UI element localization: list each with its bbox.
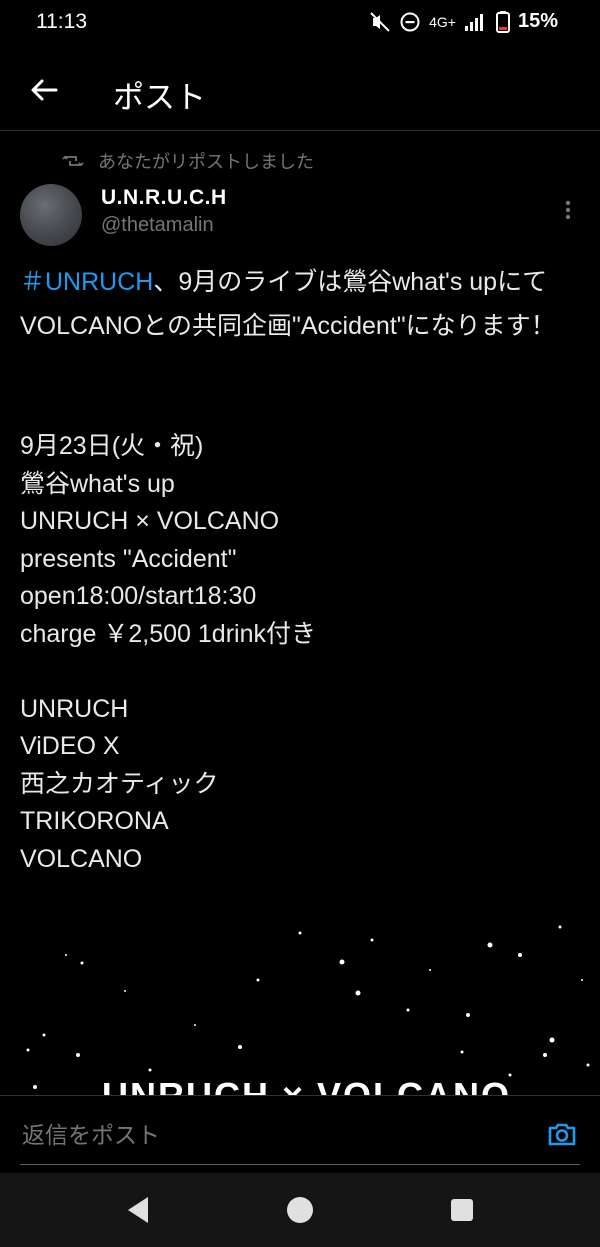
event-line: UNRUCH × VOLCANO [20,507,280,535]
avatar[interactable] [20,184,82,246]
author-handle[interactable]: @thetamalin [101,214,214,237]
reply-input[interactable] [20,1118,504,1154]
sparkle-pattern [26,925,590,1089]
repost-indicator: あなたがリポストしました [62,148,314,174]
signal-icon [464,13,483,31]
top-header: ポスト [0,56,600,131]
flyer-title: UNRUCH × VOLCANO [102,1075,511,1095]
camera-icon[interactable] [546,1118,578,1150]
tweet-media-image[interactable]: UNRUCH × VOLCANO [0,915,600,1095]
battery-percent: 15% [517,10,558,32]
status-icons: 4G+ 15% [369,10,558,33]
tweet-text: ＃UNRUCH、9月のライブは鶯谷what's upにてVOLCANOとの共同企… [20,260,585,348]
lineup-item: TRIKORONA [20,807,169,835]
do-not-disturb-icon [400,12,420,31]
nav-recents-icon[interactable] [445,1193,479,1227]
back-arrow-icon[interactable] [28,74,60,106]
status-bar: 11:13 4G+ 15% [0,0,600,46]
repost-icon [62,155,84,167]
event-line: presents "Accident" [20,544,237,573]
network-type: 4G+ [429,13,456,30]
nav-back-icon[interactable] [122,1193,156,1227]
lineup-item: ViDEO X [20,732,120,760]
lineup-item: UNRUCH [20,694,129,723]
reply-bar [0,1095,600,1174]
more-options-icon[interactable] [560,198,576,222]
hashtag-link[interactable]: ＃UNRUCH [20,268,153,296]
event-line: charge ￥2,500 1drink付き [20,619,316,648]
lineup-item: 西之カオティック [20,769,219,798]
nav-home-icon[interactable] [283,1193,317,1227]
system-nav-bar [0,1173,600,1247]
event-line: 9月23日(火・祝) [20,432,204,460]
status-time: 11:13 [36,10,87,33]
event-details: 9月23日(火・祝) 鶯谷what's up UNRUCH × VOLCANO … [20,428,316,878]
author-name[interactable]: U.N.R.U.C.H [101,186,227,210]
event-line: 鶯谷what's up [20,469,175,498]
vibrate-off-icon [370,11,390,32]
page-title: ポスト [113,80,206,116]
lineup-item: VOLCANO [20,844,143,873]
reply-underline [20,1164,580,1165]
event-line: open18:00/start18:30 [20,582,257,610]
battery-icon [495,10,510,33]
repost-text: あなたがリポストしました [98,152,314,173]
